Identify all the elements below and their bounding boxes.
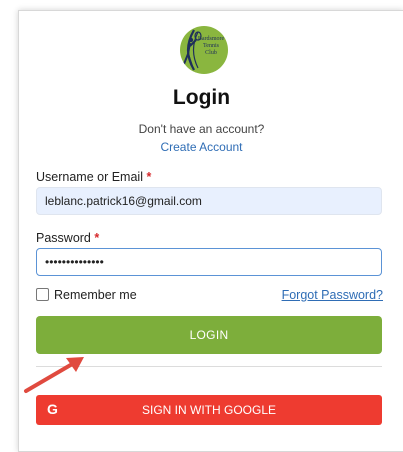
login-button-label: LOGIN (189, 328, 229, 342)
remember-me-checkbox[interactable] (36, 288, 49, 301)
no-account-text: Don't have an account? (138, 122, 265, 136)
google-icon: G (47, 401, 58, 417)
logo-line-1: Bardsmore (197, 36, 225, 42)
username-label-text: Username or Email (36, 170, 143, 184)
google-sign-in-button[interactable]: G SIGN IN WITH GOOGLE (36, 395, 382, 425)
logo-text: Bardsmore Tennis Club (196, 36, 226, 57)
forgot-password-link[interactable]: Forgot Password? (282, 288, 383, 302)
required-mark: * (146, 170, 152, 184)
password-label: Password * (36, 231, 99, 245)
login-button[interactable]: LOGIN (36, 316, 382, 354)
password-input[interactable]: •••••••••••••• (36, 248, 382, 276)
required-mark: * (94, 231, 100, 245)
password-label-text: Password (36, 231, 91, 245)
annotation-arrow-icon (24, 357, 84, 393)
tennis-club-logo: Bardsmore Tennis Club (180, 26, 228, 74)
create-account-link[interactable]: Create Account (0, 140, 403, 154)
page-title: Login (172, 86, 231, 109)
logo-line-3: Club (205, 50, 217, 56)
google-button-label: SIGN IN WITH GOOGLE (141, 403, 276, 417)
username-label: Username or Email * (36, 170, 151, 184)
username-input[interactable]: leblanc.patrick16@gmail.com (36, 187, 382, 215)
remember-me-label[interactable]: Remember me (54, 288, 137, 302)
logo-line-2: Tennis (203, 43, 219, 49)
